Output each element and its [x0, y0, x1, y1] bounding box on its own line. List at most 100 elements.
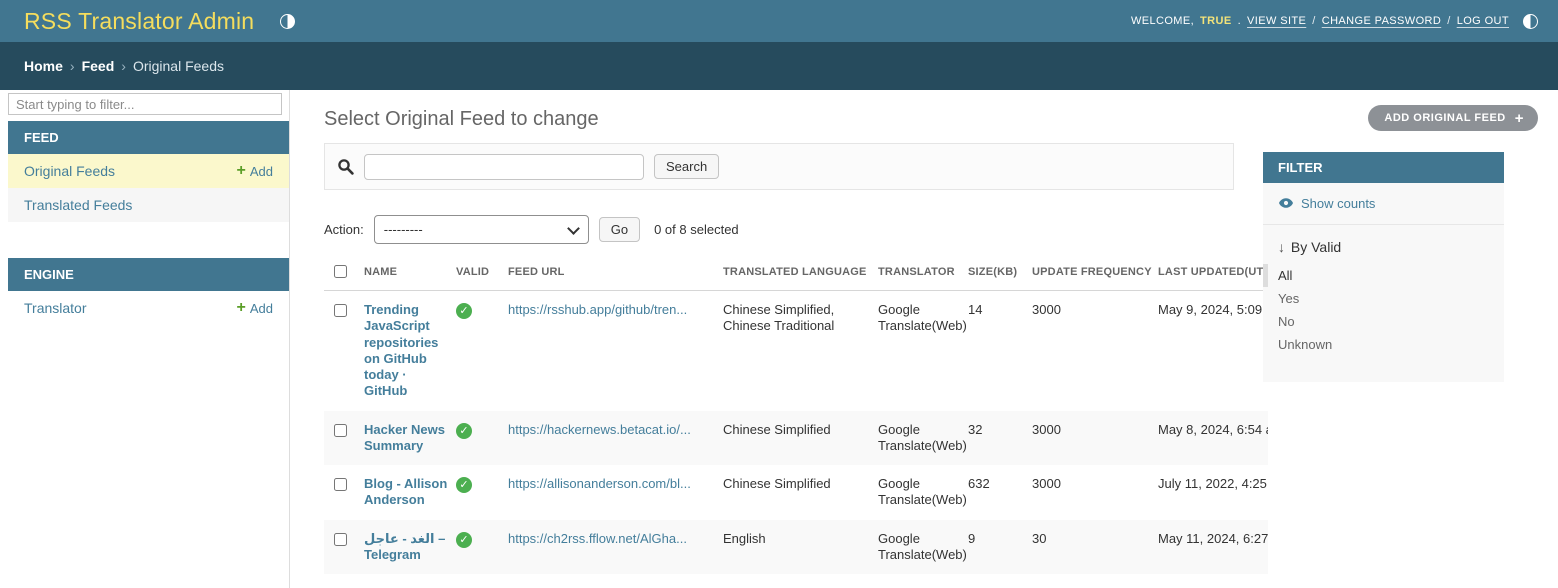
valid-yes-icon: ✓: [456, 532, 472, 548]
right-column: ADD ORIGINAL FEED + FILTER Show counts ↓…: [1234, 90, 1558, 588]
add-link-label: Add: [250, 301, 273, 316]
translator-cell: Google Translate(Web): [878, 520, 968, 575]
column-header-size[interactable]: SIZE(KB): [968, 253, 1032, 291]
theme-toggle-icon[interactable]: [1523, 14, 1538, 29]
sidebar-item-label[interactable]: Translated Feeds: [24, 197, 132, 213]
sidebar-item-translated-feeds[interactable]: Translated Feeds: [8, 188, 289, 222]
username-period: .: [1238, 15, 1241, 27]
filter-options: All Yes No Unknown: [1263, 264, 1504, 356]
feed-name-link[interactable]: الغد - عاجل – Telegram: [364, 531, 445, 562]
change-password-link[interactable]: CHANGE PASSWORD: [1322, 15, 1441, 27]
row-checkbox[interactable]: [334, 533, 347, 546]
row-checkbox[interactable]: [334, 424, 347, 437]
breadcrumb-current: Original Feeds: [133, 58, 224, 74]
sidebar-section-title-feed: FEED: [8, 121, 289, 154]
add-original-feed-link[interactable]: + Add: [237, 164, 273, 179]
table-row: الغد - عاجل – Telegram ✓ https://ch2rss.…: [324, 520, 1268, 575]
row-checkbox[interactable]: [334, 304, 347, 317]
translated-language-cell: Chinese Simplified: [723, 465, 878, 520]
sidebar-module-feed: FEED Original Feeds + Add Translated Fee…: [8, 121, 289, 222]
log-out-link[interactable]: LOG OUT: [1457, 15, 1509, 27]
sidebar-item-label[interactable]: Original Feeds: [24, 163, 115, 179]
nav-sidebar: FEED Original Feeds + Add Translated Fee…: [0, 90, 290, 588]
action-counter: 0 of 8 selected: [654, 222, 739, 237]
show-counts-label: Show counts: [1301, 196, 1375, 211]
column-header-translated-language[interactable]: TRANSLATED LANGUAGE: [723, 253, 878, 291]
welcome-label: WELCOME,: [1131, 15, 1194, 27]
filter-option-label[interactable]: No: [1278, 314, 1295, 329]
column-header-valid[interactable]: VALID: [456, 253, 508, 291]
add-original-feed-button[interactable]: ADD ORIGINAL FEED +: [1368, 105, 1538, 131]
show-counts-link[interactable]: Show counts: [1263, 183, 1504, 225]
add-link-label: Add: [250, 164, 273, 179]
translator-cell: Google Translate(Web): [878, 465, 968, 520]
search-button[interactable]: Search: [654, 154, 719, 179]
filter-option-no[interactable]: No: [1263, 310, 1504, 333]
view-site-link[interactable]: VIEW SITE: [1247, 15, 1306, 27]
eye-icon: [1278, 195, 1294, 211]
app-header: RSS Translator Admin WELCOME, TRUE. VIEW…: [0, 0, 1558, 42]
username: TRUE: [1200, 15, 1232, 27]
site-title-link[interactable]: RSS Translator Admin: [24, 8, 254, 35]
translated-language-cell: Chinese Simplified: [723, 411, 878, 466]
link-separator: /: [1312, 15, 1315, 27]
size-cell: 9: [968, 520, 1032, 575]
filter-group-title: ↓ By Valid: [1263, 225, 1504, 264]
filter-option-yes[interactable]: Yes: [1263, 287, 1504, 310]
size-cell: 14: [968, 291, 1032, 411]
select-all-checkbox[interactable]: [334, 265, 347, 278]
filter-option-label[interactable]: Yes: [1278, 291, 1299, 306]
translator-cell: Google Translate(Web): [878, 291, 968, 411]
valid-yes-icon: ✓: [456, 303, 472, 319]
feed-url-link[interactable]: https://hackernews.betacat.io/...: [508, 422, 715, 438]
feed-url-link[interactable]: https://ch2rss.fflow.net/AlGha...: [508, 531, 715, 547]
translated-language-cell: English: [723, 520, 878, 575]
go-button[interactable]: Go: [599, 217, 640, 242]
size-cell: 632: [968, 465, 1032, 520]
update-frequency-cell: 30: [1032, 520, 1158, 575]
feed-url-link[interactable]: https://rsshub.app/github/tren...: [508, 302, 715, 318]
column-header-update-frequency[interactable]: UPDATE FREQUENCY: [1032, 253, 1158, 291]
update-frequency-cell: 3000: [1032, 411, 1158, 466]
column-header-translator[interactable]: TRANSLATOR: [878, 253, 968, 291]
breadcrumb-separator: ›: [70, 58, 75, 74]
translator-cell: Google Translate(Web): [878, 411, 968, 466]
add-translator-link[interactable]: + Add: [237, 301, 273, 316]
breadcrumb-home-link[interactable]: Home: [24, 58, 63, 74]
table-header-row: NAME VALID FEED URL TRANSLATED LANGUAGE …: [324, 253, 1268, 291]
action-select[interactable]: ---------: [374, 215, 589, 244]
sidebar-filter-input[interactable]: [8, 93, 282, 115]
sidebar-item-translator[interactable]: Translator + Add: [8, 291, 289, 325]
filter-option-label[interactable]: Unknown: [1278, 337, 1332, 352]
theme-toggle-icon[interactable]: [280, 14, 295, 29]
filter-option-label[interactable]: All: [1278, 268, 1292, 283]
update-frequency-cell: 3000: [1032, 291, 1158, 411]
user-tools: WELCOME, TRUE. VIEW SITE / CHANGE PASSWO…: [1131, 14, 1538, 29]
feed-name-link[interactable]: Hacker News Summary: [364, 422, 445, 453]
search-input[interactable]: [364, 154, 644, 180]
size-cell: 32: [968, 411, 1032, 466]
column-header-name[interactable]: NAME: [364, 253, 456, 291]
sidebar-item-label[interactable]: Translator: [24, 300, 87, 316]
feed-name-link[interactable]: Trending JavaScript repositories on GitH…: [364, 302, 438, 398]
column-header-feed-url[interactable]: FEED URL: [508, 253, 723, 291]
filter-option-all[interactable]: All: [1263, 264, 1504, 287]
breadcrumb: Home › Feed › Original Feeds: [0, 42, 1558, 90]
actions-row: Action: --------- Go 0 of 8 selected: [324, 215, 1234, 244]
filter-option-unknown[interactable]: Unknown: [1263, 333, 1504, 356]
filter-group-label: By Valid: [1291, 239, 1341, 255]
sidebar-item-original-feeds[interactable]: Original Feeds + Add: [8, 154, 289, 188]
changelist-main: Select Original Feed to change Search Ac…: [290, 90, 1234, 588]
translated-language-cell: Chinese Simplified, Chinese Traditional: [723, 291, 878, 411]
update-frequency-cell: 3000: [1032, 465, 1158, 520]
plus-icon: +: [1515, 111, 1524, 126]
down-arrow-icon: ↓: [1278, 239, 1285, 255]
link-separator: /: [1447, 15, 1450, 27]
plus-icon: +: [237, 165, 246, 177]
breadcrumb-feed-link[interactable]: Feed: [82, 58, 115, 74]
breadcrumb-separator: ›: [121, 58, 126, 74]
table-row: Hacker News Summary ✓ https://hackernews…: [324, 411, 1268, 466]
feed-name-link[interactable]: Blog - Allison Anderson: [364, 476, 447, 507]
feed-url-link[interactable]: https://allisonanderson.com/bl...: [508, 476, 715, 492]
row-checkbox[interactable]: [334, 478, 347, 491]
